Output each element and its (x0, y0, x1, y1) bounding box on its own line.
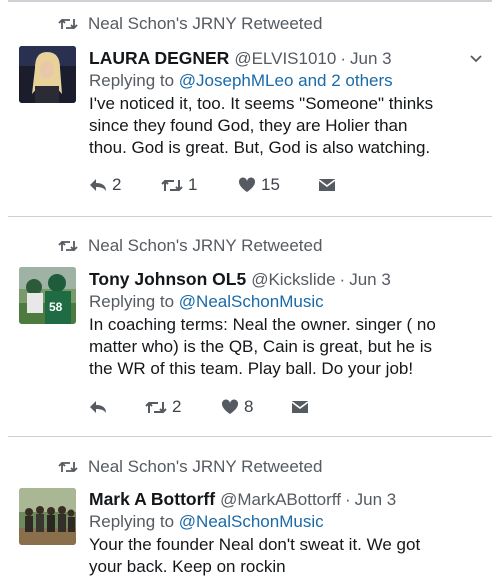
retweeted-by-label[interactable]: Neal Schon's JRNY Retweeted (88, 457, 322, 477)
avatar[interactable] (19, 488, 76, 545)
reply-context: Replying to @NealSchonMusic (89, 511, 486, 533)
tweet-text-line: matter who) is the QB, Cain is great, bu… (89, 337, 432, 356)
replying-to-label: Replying to (89, 512, 175, 531)
reply-context: Replying to @JosephMLeo and 2 others (89, 70, 486, 92)
heart-icon (221, 399, 239, 414)
retweet-context: Neal Schon's JRNY Retweeted (58, 457, 322, 477)
chevron-down-icon[interactable] (470, 55, 482, 63)
svg-text:58: 58 (49, 300, 63, 314)
retweeted-by-label[interactable]: Neal Schon's JRNY Retweeted (88, 236, 322, 256)
retweet-context: Neal Schon's JRNY Retweeted (58, 14, 322, 34)
tweet-text: In coaching terms: Neal the owner. singe… (89, 314, 486, 380)
tweet-text-line: In coaching terms: Neal the owner. singe… (89, 315, 436, 334)
tweet-text-line: the WR of this team. Play ball. Do your … (89, 359, 414, 378)
reply-icon (90, 179, 106, 191)
tweet-text: Your the founder Neal don't sweat it. We… (89, 534, 486, 578)
tweet-text: I've noticed it, too. It seems "Someone"… (89, 93, 486, 159)
retweet-icon (145, 401, 167, 413)
reply-context: Replying to @NealSchonMusic (89, 291, 486, 313)
retweet-count: 2 (172, 397, 182, 416)
reply-recipient-link[interactable]: @NealSchonMusic (179, 292, 324, 311)
author-name[interactable]: Mark A Bottorff (89, 488, 215, 510)
retweet-icon (58, 240, 78, 252)
avatar[interactable] (19, 46, 76, 103)
reply-count: 2 (112, 175, 122, 194)
reply-recipient-link[interactable]: @JosephMLeo and 2 others (179, 71, 393, 90)
tweet-text-line: thou. God is great. But, God is also wat… (89, 138, 431, 157)
direct-message-button[interactable] (318, 178, 336, 192)
like-count: 15 (261, 175, 280, 194)
replying-to-label: Replying to (89, 71, 175, 90)
retweet-icon (58, 461, 78, 473)
envelope-icon (318, 179, 336, 191)
direct-message-button[interactable] (291, 400, 309, 414)
tweet-date[interactable]: Jun 3 (349, 269, 391, 291)
separator-dot: · (344, 490, 351, 509)
like-button[interactable]: 15 (238, 175, 318, 195)
tweet-date[interactable]: Jun 3 (350, 48, 392, 70)
replying-to-label: Replying to (89, 292, 175, 311)
heart-icon (238, 177, 256, 192)
reply-button[interactable]: 2 (89, 175, 161, 195)
like-button[interactable]: 8 (221, 397, 291, 417)
tweet-text-line: Your the founder Neal don't sweat it. We… (89, 535, 421, 554)
tweet-card[interactable]: Neal Schon's JRNY Retweeted LAURA DEGNER… (0, 0, 500, 216)
like-count: 8 (244, 397, 254, 416)
separator-dot: · (339, 270, 346, 289)
reply-icon (90, 401, 106, 413)
retweet-icon (161, 179, 183, 191)
author-handle[interactable]: @ELVIS1010 (234, 48, 336, 70)
reply-button[interactable] (89, 400, 145, 414)
author-handle[interactable]: @Kickslide (251, 269, 335, 291)
tweet-card[interactable]: Neal Schon's JRNY Retweeted 58 Tony John… (0, 217, 500, 435)
tweet-text-line: since they found God, they are Holier th… (89, 116, 408, 135)
retweet-button[interactable]: 2 (145, 397, 221, 417)
retweet-count: 1 (188, 175, 198, 194)
separator-dot: · (340, 49, 347, 68)
tweet-text-line: your back. Keep on rockin (89, 557, 286, 576)
author-name[interactable]: Tony Johnson OL5 (89, 268, 246, 290)
envelope-icon (291, 401, 309, 413)
retweet-context: Neal Schon's JRNY Retweeted (58, 236, 322, 256)
tweet-card[interactable]: Neal Schon's JRNY Retweeted Mark A Botto… (0, 437, 500, 585)
tweet-text-line: I've noticed it, too. It seems "Someone"… (89, 94, 434, 113)
retweet-icon (58, 18, 78, 30)
retweet-button[interactable]: 1 (161, 175, 238, 195)
author-handle[interactable]: @MarkABottorff (220, 489, 341, 511)
author-name[interactable]: LAURA DEGNER (89, 47, 229, 69)
reply-recipient-link[interactable]: @NealSchonMusic (179, 512, 324, 531)
retweeted-by-label[interactable]: Neal Schon's JRNY Retweeted (88, 14, 322, 34)
tweet-date[interactable]: Jun 3 (355, 489, 397, 511)
avatar[interactable]: 58 (19, 267, 76, 324)
